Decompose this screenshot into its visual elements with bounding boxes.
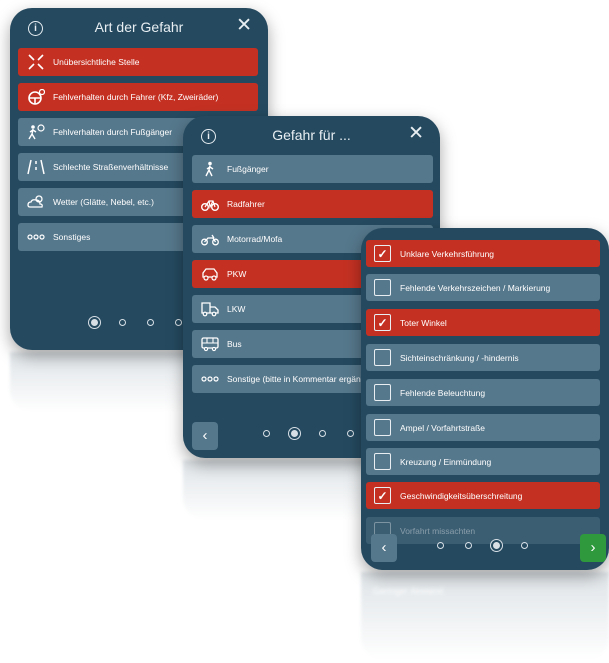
pedestrian-icon xyxy=(200,160,220,178)
close-icon[interactable]: ✕ xyxy=(236,16,252,36)
option-label: LKW xyxy=(227,304,246,314)
page-dot[interactable] xyxy=(147,319,154,326)
page-indicator xyxy=(263,430,354,437)
checkbox[interactable] xyxy=(374,349,391,366)
option-fehlende-verkehrszeichen[interactable]: Fehlende Verkehrszeichen / Markierung xyxy=(366,274,600,301)
option-label: Ampel / Vorfahrtstraße xyxy=(400,422,486,433)
checkbox[interactable] xyxy=(374,279,391,296)
more-dots-icon xyxy=(200,370,220,388)
causes-panel: ✓ Unklare Verkehrsführung Fehlende Verke… xyxy=(361,228,609,570)
pedestrian-warning-icon xyxy=(26,123,46,141)
back-button[interactable]: ‹ xyxy=(371,534,397,562)
option-label: Sichteinschränkung / -hindernis xyxy=(400,352,519,363)
page-dot[interactable] xyxy=(437,542,444,549)
page-dot[interactable] xyxy=(493,542,500,549)
page-indicator xyxy=(91,319,182,326)
option-label: Schlechte Straßenverhältnisse xyxy=(53,162,169,172)
page-dot[interactable] xyxy=(263,430,270,437)
option-label: Vorfahrt missachten xyxy=(400,525,476,536)
page-dot[interactable] xyxy=(465,542,472,549)
bus-icon xyxy=(200,335,220,353)
option-label: Unklare Verkehrsführung xyxy=(400,248,495,259)
option-label: Wetter (Glätte, Nebel, etc.) xyxy=(53,197,154,207)
panel-header: i Art der Gefahr ✕ xyxy=(10,8,268,48)
back-button[interactable]: ‹ xyxy=(192,422,218,450)
option-geschwindigkeit[interactable]: ✓ Geschwindigkeitsüberschreitung xyxy=(366,482,600,509)
steering-wheel-icon xyxy=(26,88,46,106)
option-fehlverhalten-fahrer[interactable]: Fehlverhalten durch Fahrer (Kfz, Zweiräd… xyxy=(18,83,258,111)
panel-header: i Gefahr für ... ✕ xyxy=(183,116,440,156)
option-label: Fehlende Verkehrszeichen / Markierung xyxy=(400,282,551,293)
next-button[interactable]: › xyxy=(580,534,606,562)
option-label: Kreuzung / Einmündung xyxy=(400,456,492,467)
option-unklare-verkehrsfuehrung[interactable]: ✓ Unklare Verkehrsführung xyxy=(366,240,600,267)
option-label: Radfahrer xyxy=(227,199,265,209)
option-sichteinschraenkung[interactable]: Sichteinschränkung / -hindernis xyxy=(366,344,600,371)
option-label: Fehlverhalten durch Fahrer (Kfz, Zweiräd… xyxy=(53,92,219,102)
option-ampel-vorfahrtstrasse[interactable]: Ampel / Vorfahrtstraße xyxy=(366,414,600,441)
road-icon xyxy=(26,158,46,176)
panel-title: Art der Gefahr xyxy=(94,19,184,35)
option-label: PKW xyxy=(227,269,247,279)
option-label: Unübersichtliche Stelle xyxy=(53,57,140,67)
option-label: Fehlverhalten durch Fußgänger xyxy=(53,127,173,137)
option-label: Sonstiges xyxy=(53,232,91,242)
option-label: Fußgänger xyxy=(227,164,269,174)
car-icon xyxy=(200,265,220,283)
truck-icon xyxy=(200,300,220,318)
checkbox-checked[interactable]: ✓ xyxy=(374,314,391,331)
panel-reflection: Geringer Abstand xyxy=(361,572,609,660)
checkbox[interactable] xyxy=(374,453,391,470)
option-label: Motorrad/Mofa xyxy=(227,234,283,244)
crossroads-icon xyxy=(26,53,46,71)
option-label: Bus xyxy=(227,339,242,349)
checkbox[interactable] xyxy=(374,384,391,401)
more-dots-icon xyxy=(26,228,46,246)
option-unuebersichtliche-stelle[interactable]: Unübersichtliche Stelle xyxy=(18,48,258,76)
option-toter-winkel[interactable]: ✓ Toter Winkel xyxy=(366,309,600,336)
option-fussgaenger[interactable]: Fußgänger xyxy=(192,155,433,183)
option-label: Toter Winkel xyxy=(400,317,447,328)
page-indicator xyxy=(437,542,528,549)
page-dot[interactable] xyxy=(521,542,528,549)
motorcycle-icon xyxy=(200,230,220,248)
page-dot[interactable] xyxy=(319,430,326,437)
page-dot[interactable] xyxy=(175,319,182,326)
reflection-text: Geringer Abstand xyxy=(373,586,444,596)
option-kreuzung-einmuendung[interactable]: Kreuzung / Einmündung xyxy=(366,448,600,475)
bicycle-icon xyxy=(200,195,220,213)
option-label: Geschwindigkeitsüberschreitung xyxy=(400,490,523,501)
option-radfahrer[interactable]: Radfahrer xyxy=(192,190,433,218)
checkbox[interactable] xyxy=(374,419,391,436)
option-vorfahrt-missachten[interactable]: Vorfahrt missachten xyxy=(366,517,600,544)
option-label: Sonstige (bitte in Kommentar ergänzen) xyxy=(227,374,378,384)
checkbox-checked[interactable]: ✓ xyxy=(374,245,391,262)
option-label: Fehlende Beleuchtung xyxy=(400,387,486,398)
page-dot[interactable] xyxy=(291,430,298,437)
page-dot[interactable] xyxy=(91,319,98,326)
page-dot[interactable] xyxy=(119,319,126,326)
panel-title: Gefahr für ... xyxy=(272,127,351,143)
close-icon[interactable]: ✕ xyxy=(408,124,424,144)
weather-icon xyxy=(26,193,46,211)
option-fehlende-beleuchtung[interactable]: Fehlende Beleuchtung xyxy=(366,379,600,406)
checkbox-checked[interactable]: ✓ xyxy=(374,487,391,504)
page-dot[interactable] xyxy=(347,430,354,437)
